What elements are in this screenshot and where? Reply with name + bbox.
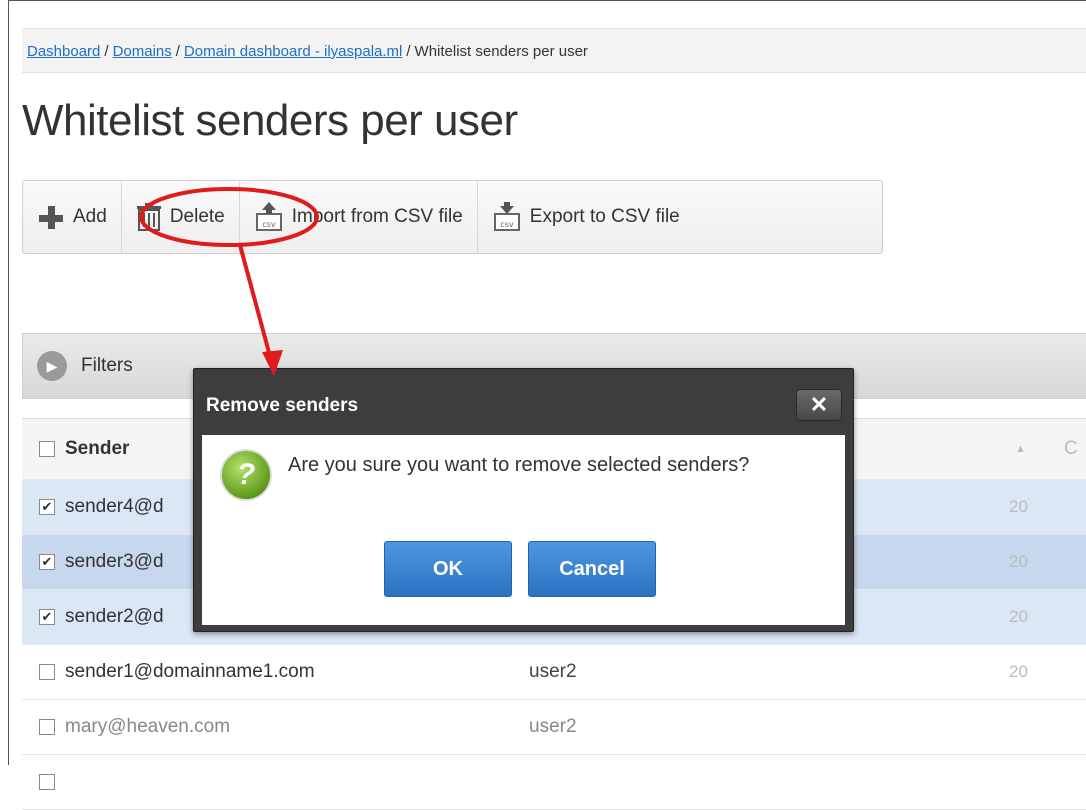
svg-text:csv: csv bbox=[500, 220, 514, 229]
cancel-button-label: Cancel bbox=[559, 557, 625, 580]
breadcrumb-separator: / bbox=[104, 43, 109, 60]
breadcrumb: Dashboard / Domains / Domain dashboard - ily… bbox=[22, 28, 1086, 73]
close-icon: ✕ bbox=[809, 392, 829, 417]
table-row[interactable] bbox=[22, 755, 1086, 810]
date-cell: 20 bbox=[1009, 552, 1028, 571]
breadcrumb-separator: / bbox=[406, 43, 411, 60]
filters-label: Filters bbox=[81, 355, 133, 376]
row-checkbox[interactable]: ✔ bbox=[39, 609, 55, 625]
user-cell: user2 bbox=[529, 716, 577, 737]
dialog-body: ? Are you sure you want to remove select… bbox=[202, 435, 845, 625]
sender-cell: sender2@d bbox=[65, 606, 164, 627]
breadcrumb-current: Whitelist senders per user bbox=[414, 43, 588, 60]
row-checkbox[interactable] bbox=[39, 719, 55, 735]
add-button[interactable]: Add bbox=[23, 181, 121, 253]
date-cell: 20 bbox=[1009, 497, 1028, 516]
ok-button-label: OK bbox=[433, 557, 463, 580]
sender-cell: sender4@d bbox=[65, 496, 164, 517]
trash-icon bbox=[136, 203, 162, 231]
csv-download-icon: csv bbox=[492, 202, 522, 232]
table-row[interactable]: mary@heaven.com user2 bbox=[22, 700, 1086, 755]
ok-button[interactable]: OK bbox=[384, 541, 512, 597]
breadcrumb-domains[interactable]: Domains bbox=[113, 43, 172, 60]
sender-cell: sender3@d bbox=[65, 551, 164, 572]
delete-button[interactable]: Delete bbox=[120, 181, 239, 253]
row-checkbox[interactable]: ✔ bbox=[39, 554, 55, 570]
question-icon: ? bbox=[220, 449, 272, 501]
delete-button-label: Delete bbox=[169, 206, 225, 227]
close-button[interactable]: ✕ bbox=[796, 389, 842, 421]
sort-arrow-icon[interactable]: ▲ bbox=[1015, 443, 1026, 455]
breadcrumb-separator: / bbox=[175, 43, 180, 60]
date-cell: 20 bbox=[1009, 662, 1028, 681]
date-cell: 20 bbox=[1009, 607, 1028, 626]
import-csv-button[interactable]: csv Import from CSV file bbox=[238, 181, 477, 253]
breadcrumb-dashboard[interactable]: Dashboard bbox=[27, 43, 100, 60]
export-csv-button[interactable]: csv Export to CSV file bbox=[476, 181, 694, 253]
breadcrumb-domain-dashboard[interactable]: Domain dashboard - ilyaspala.ml bbox=[184, 43, 402, 60]
row-checkbox[interactable] bbox=[39, 774, 55, 790]
page-title: Whitelist senders per user bbox=[22, 96, 518, 145]
sender-cell: mary@heaven.com bbox=[65, 716, 231, 737]
cancel-button[interactable]: Cancel bbox=[528, 541, 656, 597]
dialog-message: Are you sure you want to remove selected… bbox=[288, 454, 750, 476]
toolbar: Add Delete csv Import from CSV file csv … bbox=[22, 180, 883, 254]
csv-upload-icon: csv bbox=[254, 202, 284, 232]
plus-icon bbox=[37, 203, 65, 231]
chevron-right-circle-icon: ▶ bbox=[37, 351, 67, 381]
row-checkbox[interactable] bbox=[39, 664, 55, 680]
add-button-label: Add bbox=[73, 206, 107, 227]
dialog-title: Remove senders bbox=[206, 395, 359, 416]
table-row[interactable]: sender1@domainname1.com user2 20 bbox=[22, 645, 1086, 700]
column-header-sender[interactable]: Sender bbox=[65, 438, 129, 460]
user-cell: user2 bbox=[529, 661, 577, 682]
row-checkbox[interactable]: ✔ bbox=[39, 499, 55, 515]
remove-senders-dialog: Remove senders ✕ ? Are you sure you want… bbox=[193, 368, 854, 632]
svg-text:csv: csv bbox=[262, 220, 276, 229]
select-all-checkbox[interactable] bbox=[39, 441, 55, 457]
column-header-partial[interactable]: C bbox=[1064, 438, 1078, 460]
export-csv-label: Export to CSV file bbox=[529, 206, 680, 227]
sender-cell: sender1@domainname1.com bbox=[65, 661, 315, 682]
import-csv-label: Import from CSV file bbox=[291, 206, 463, 227]
